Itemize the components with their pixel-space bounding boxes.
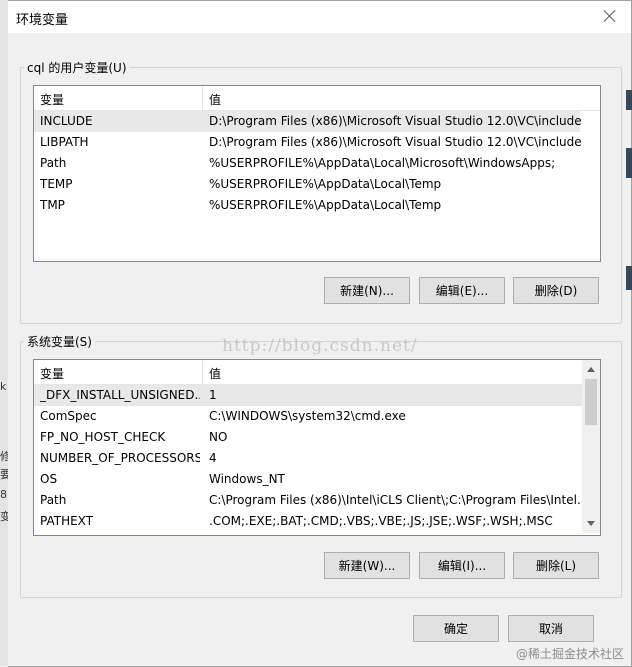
column-header-variable[interactable]: 变量 [40, 365, 64, 382]
variable-value: 1 [209, 388, 217, 402]
watermark-text: http://blog.csdn.net/ [222, 336, 418, 356]
variable-name: ComSpec [40, 409, 97, 423]
variable-name: Path [40, 493, 67, 507]
vertical-scrollbar[interactable] [582, 360, 600, 533]
variable-name: TEMP [40, 177, 73, 191]
user-edit-button[interactable]: 编辑(E)... [419, 277, 505, 304]
background-fragment: k [0, 380, 7, 393]
variable-name: FP_NO_HOST_CHECK [40, 430, 166, 444]
system-edit-button[interactable]: 编辑(I)... [419, 552, 505, 579]
variable-value: C:\Program Files (x86)\Intel\iCLS Client… [209, 493, 589, 507]
column-header-value[interactable]: 值 [209, 91, 221, 108]
variable-name: _DFX_INSTALL_UNSIGNED... [40, 388, 200, 402]
user-new-button[interactable]: 新建(N)... [324, 277, 410, 304]
environment-variables-dialog: 环境变量 cql 的用户变量(U) 变量 值 INCLUDE D:\Progra… [8, 0, 632, 667]
variable-value: %USERPROFILE%\AppData\Local\Temp [209, 198, 442, 212]
column-divider[interactable] [202, 360, 203, 384]
background-window-edge-right [626, 90, 632, 330]
table-row[interactable]: INCLUDE D:\Program Files (x86)\Microsoft… [34, 111, 582, 132]
variable-value: .COM;.EXE;.BAT;.CMD;.VBS;.VBE;.JS;.JSE;.… [209, 514, 553, 528]
variable-value: D:\Program Files (x86)\Microsoft Visual … [209, 135, 582, 149]
table-row[interactable]: NUMBER_OF_PROCESSORS 4 [34, 448, 582, 469]
variable-name: LIBPATH [40, 135, 89, 149]
user-variables-list[interactable]: 变量 值 INCLUDE D:\Program Files (x86)\Micr… [33, 85, 601, 262]
variable-value: NO [209, 430, 228, 444]
variable-value: %USERPROFILE%\AppData\Local\Temp [209, 177, 442, 191]
chevron-up-icon[interactable] [587, 367, 595, 372]
table-row[interactable]: TMP %USERPROFILE%\AppData\Local\Temp [34, 195, 580, 216]
chevron-down-icon[interactable] [587, 521, 595, 526]
credit-text: @稀土掘金技术社区 [515, 647, 624, 661]
variable-value: 4 [209, 451, 217, 465]
table-row[interactable]: ComSpec C:\WINDOWS\system32\cmd.exe [34, 406, 582, 427]
variable-name: OS [40, 472, 58, 486]
table-row[interactable]: PATHEXT .COM;.EXE;.BAT;.CMD;.VBS;.VBE;.J… [34, 511, 582, 532]
variable-name: INCLUDE [40, 114, 93, 128]
variable-name: TMP [40, 198, 65, 212]
system-variables-list[interactable]: 变量 值 _DFX_INSTALL_UNSIGNED... 1 ComSpec … [33, 359, 601, 536]
column-header-value[interactable]: 值 [209, 365, 221, 382]
table-row[interactable]: Path %USERPROFILE%\AppData\Local\Microso… [34, 153, 580, 174]
ok-button[interactable]: 确定 [413, 615, 499, 642]
system-delete-button[interactable]: 删除(L) [513, 552, 599, 579]
system-new-button[interactable]: 新建(W)... [324, 552, 410, 579]
variable-value: %USERPROFILE%\AppData\Local\Microsoft\Wi… [209, 156, 556, 170]
variable-name: PATHEXT [40, 514, 94, 528]
variable-value: D:\Program Files (x86)\Microsoft Visual … [209, 114, 582, 128]
table-row[interactable]: LIBPATH D:\Program Files (x86)\Microsoft… [34, 132, 582, 153]
table-row[interactable]: Path C:\Program Files (x86)\Intel\iCLS C… [34, 490, 588, 511]
table-row[interactable]: OS Windows_NT [34, 469, 582, 490]
background-fragment: 8 [0, 488, 7, 501]
variable-value: Windows_NT [209, 472, 285, 486]
close-icon[interactable] [601, 7, 619, 25]
dialog-title: 环境变量 [16, 13, 69, 28]
table-row[interactable]: TEMP %USERPROFILE%\AppData\Local\Temp [34, 174, 580, 195]
system-variables-label: 系统变量(S) [24, 333, 95, 350]
list-header: 变量 值 [34, 86, 600, 111]
list-header: 变量 值 [34, 360, 582, 385]
cancel-button[interactable]: 取消 [508, 615, 594, 642]
column-divider[interactable] [202, 86, 203, 110]
user-delete-button[interactable]: 删除(D) [513, 277, 599, 304]
variable-name: NUMBER_OF_PROCESSORS [40, 451, 200, 465]
variable-name: Path [40, 156, 67, 170]
table-row[interactable]: _DFX_INSTALL_UNSIGNED... 1 [34, 385, 582, 406]
title-bar: 环境变量 [8, 1, 631, 33]
table-row[interactable]: FP_NO_HOST_CHECK NO [34, 427, 582, 448]
user-variables-label: cql 的用户变量(U) [24, 59, 130, 76]
column-header-variable[interactable]: 变量 [40, 91, 64, 108]
variable-value: C:\WINDOWS\system32\cmd.exe [209, 409, 406, 423]
scrollbar-thumb[interactable] [585, 379, 597, 425]
